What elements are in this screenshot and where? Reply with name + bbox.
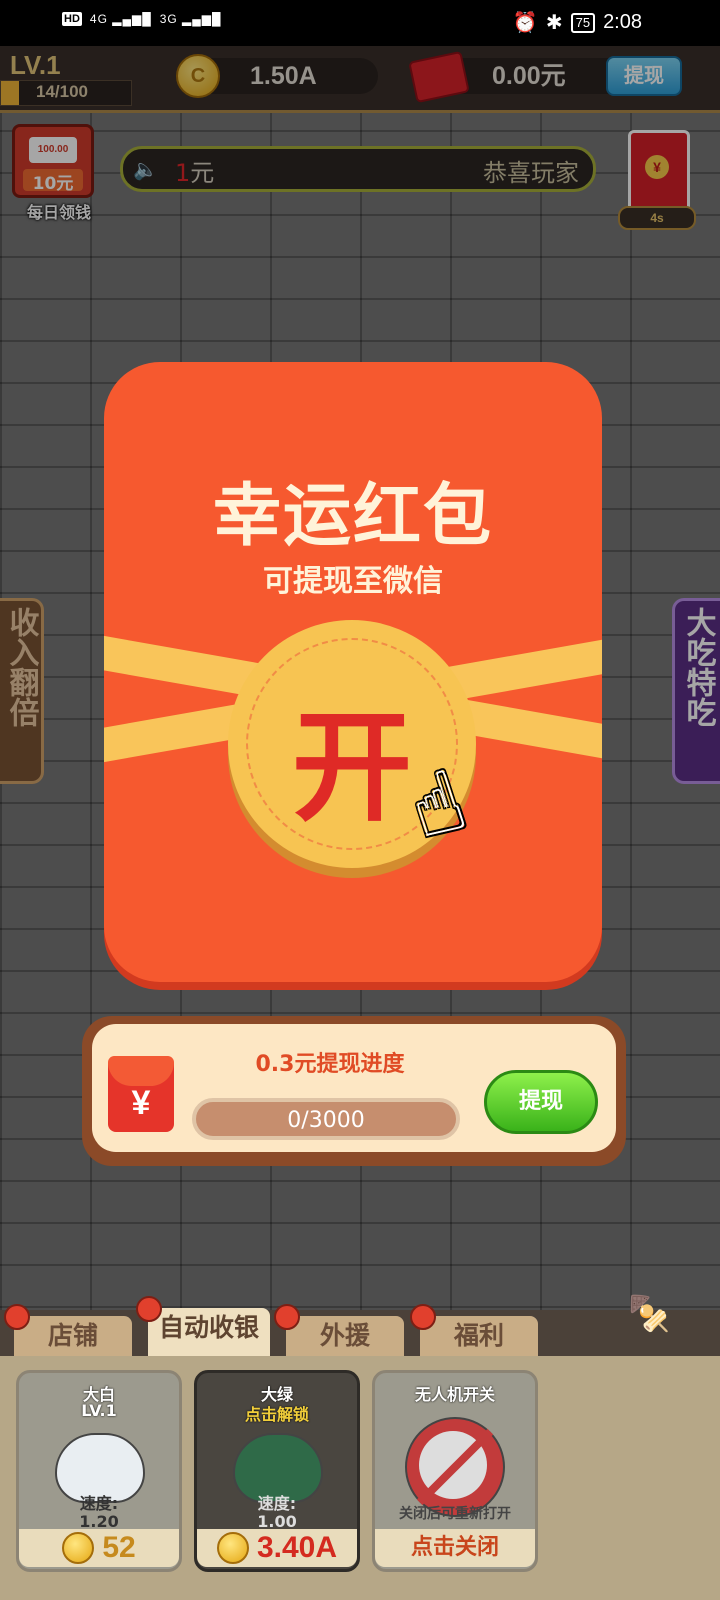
card-price[interactable]: 52 [19,1529,179,1567]
cards-panel: 大白 LV.1 速度: 1.20 52 大绿 点击解锁 速度: 1.00 3.40A… [0,1356,720,1600]
withdraw-progress-inner: ¥ 0.3元提现进度 0/3000 提现 [92,1024,616,1152]
tab-auto-cashier[interactable]: 自动收银 [148,1308,270,1356]
coin-icon [62,1532,95,1564]
withdraw-progress-card: ¥ 0.3元提现进度 0/3000 提现 [82,1016,626,1166]
tab-helpers-badge [274,1304,300,1330]
speed-label: 速度: [257,1494,297,1513]
hd-badge: HD [62,12,82,26]
tab-shop[interactable]: 店铺 [14,1316,132,1356]
drone-note: 关闭后可重新打开 [399,1506,511,1522]
chef-green-icon [233,1433,323,1503]
drone-close-button[interactable]: 点击关闭 [375,1529,535,1567]
card-speed: 速度: 1.00 [197,1495,357,1531]
sim2-label: 3G [159,12,178,26]
bluetooth-icon: ✱ [545,12,563,34]
card-drone-switch[interactable]: 无人机开关 关闭后可重新打开 点击关闭 [372,1370,538,1572]
card-dalv[interactable]: 大绿 点击解锁 速度: 1.00 3.40A [194,1370,360,1572]
withdraw-button[interactable]: 提现 [484,1070,598,1134]
envelope-flap [108,1056,174,1086]
tab-welfare[interactable]: 福利 [420,1316,538,1356]
envelope-yen: ¥ [131,1084,151,1122]
coin-icon [216,1532,249,1564]
bottom-tab-bar: 店铺 自动收银 外援 福利 [0,1296,720,1356]
alarm-icon: ⏰ [512,12,538,34]
battery-icon: 75 [570,12,596,33]
withdraw-progress-bar: 0/3000 [192,1098,460,1140]
signal-icon-sim1: 4G ▂▄▆█ [89,12,152,26]
price-value: 52 [102,1531,136,1564]
tab-welfare-badge [410,1304,436,1330]
withdraw-progress-value: 0/3000 [287,1108,365,1133]
sim1-label: 4G [89,12,108,26]
speed-label: 速度: [79,1494,119,1513]
price-value: 3.40A [256,1531,338,1564]
status-right: ⏰ ✱ 75 2:08 [513,10,642,35]
card-level: LV.1 [81,1401,117,1420]
tab-helpers[interactable]: 外援 [286,1316,404,1356]
tab-auto-badge [136,1296,162,1322]
card-name: 无人机开关 [414,1385,495,1404]
withdraw-progress-title: 0.3元提现进度 [255,1052,405,1077]
lucky-red-packet-modal: 幸运红包 可提现至微信 开 ☝ [104,362,602,982]
modal-title: 幸运红包 [212,477,493,556]
signal-icon-sim2: 3G ▂▄▆█ [159,12,222,26]
skewer-icon: 🍢 [628,1294,671,1334]
card-unlock-hint: 点击解锁 [244,1405,309,1424]
no-drone-icon [405,1417,505,1517]
status-bar: HD 4G ▂▄▆█ 3G ▂▄▆█ ⏰ ✱ 75 2:08 [0,0,720,46]
clock: 2:08 [603,11,642,33]
card-dabai[interactable]: 大白 LV.1 速度: 1.20 52 [16,1370,182,1572]
card-price[interactable]: 3.40A [197,1529,357,1567]
red-envelope-icon: ¥ [108,1056,174,1132]
modal-subtitle: 可提现至微信 [263,564,443,599]
tab-shop-badge [4,1304,30,1330]
card-speed: 速度: 1.20 [19,1495,179,1531]
chef-white-icon [55,1433,145,1503]
status-left: HD 4G ▂▄▆█ 3G ▂▄▆█ [62,12,222,26]
